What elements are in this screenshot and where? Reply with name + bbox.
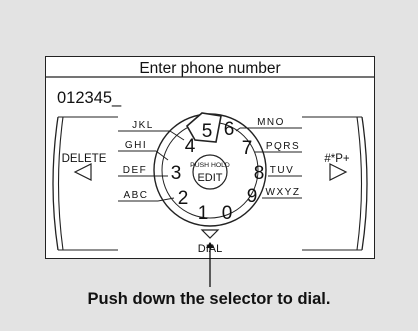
- digit-5[interactable]: 5: [202, 121, 213, 142]
- digit-2[interactable]: 2: [178, 188, 189, 209]
- digit-6[interactable]: 6: [224, 119, 235, 140]
- right-frame-curve: [361, 116, 368, 251]
- left-frame-curve: [52, 116, 59, 251]
- letters-pqrs: PQRS: [266, 141, 300, 152]
- digit-7[interactable]: 7: [242, 138, 253, 159]
- digit-8[interactable]: 8: [254, 163, 265, 184]
- digit-9[interactable]: 9: [247, 186, 258, 207]
- letters-jkl: JKL: [132, 120, 154, 131]
- digit-3[interactable]: 3: [171, 163, 182, 184]
- digit-0[interactable]: 0: [222, 203, 233, 224]
- delete-label[interactable]: DELETE: [62, 153, 107, 165]
- left-frame-curve-inner: [57, 116, 64, 251]
- triangle-right-icon[interactable]: [329, 163, 348, 181]
- center-button-top-label: PUSH HOLD: [190, 162, 230, 169]
- right-frame-curve-inner: [356, 116, 363, 251]
- screen-title: Enter phone number: [139, 60, 280, 77]
- instruction-caption: Push down the selector to dial.: [87, 290, 331, 308]
- digit-4[interactable]: 4: [185, 136, 196, 157]
- letters-ghi: GHI: [125, 140, 147, 151]
- triangle-down-icon[interactable]: [200, 229, 220, 239]
- dial-interface: Enter phone number 012345_ DELETE #*P+ P…: [45, 60, 375, 287]
- letters-tuv: TUV: [270, 165, 295, 176]
- letters-abc: ABC: [123, 190, 148, 201]
- letters-mno: MNO: [257, 117, 285, 128]
- symbols-label[interactable]: #*P+: [324, 153, 350, 165]
- phone-number-input[interactable]: 012345_: [57, 89, 122, 107]
- digit-1[interactable]: 1: [198, 203, 209, 224]
- triangle-left-icon[interactable]: [73, 163, 92, 181]
- center-button-label: EDIT: [197, 172, 222, 184]
- letters-wxyz: WXYZ: [266, 187, 301, 198]
- letters-def: DEF: [123, 165, 148, 176]
